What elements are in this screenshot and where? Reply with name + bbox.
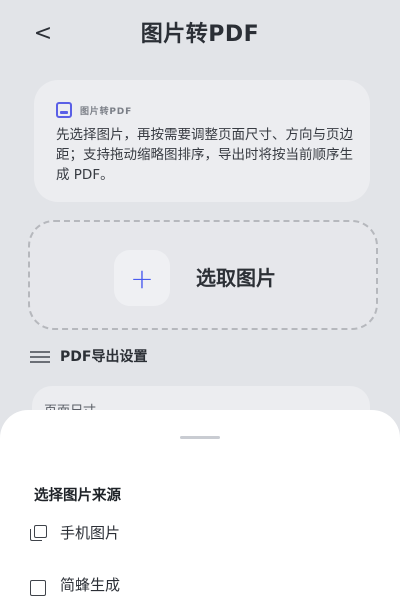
page-title: 图片转PDF <box>140 22 260 47</box>
image-generate-icon <box>30 580 46 596</box>
pdf-settings-title: PDF导出设置 <box>60 349 148 365</box>
photo-library-icon <box>30 524 47 541</box>
image-icon <box>56 102 72 118</box>
info-description: 先选择图片，再按需要调整页面尺寸、方向与页边距；支持拖动缩略图排序，导出时将按当… <box>56 127 353 183</box>
source-option-label: 简蜂生成 <box>60 575 121 594</box>
source-option-generate[interactable]: 简蜂生成 <box>30 572 120 596</box>
tune-icon <box>30 349 50 363</box>
pick-images-label: 选取图片 <box>196 266 276 290</box>
sheet-title: 选择图片来源 <box>34 488 121 504</box>
plus-icon: + <box>130 261 154 295</box>
info-header: 图片转PDF <box>56 102 132 118</box>
sheet-handle[interactable] <box>180 436 220 439</box>
info-title: 图片转PDF <box>80 106 133 117</box>
info-card: 图片转PDF 先选择图片，再按需要调整页面尺寸、方向与页边距；支持拖动缩略图排序… <box>34 80 370 202</box>
pdf-settings-header: PDF导出设置 <box>30 346 147 366</box>
source-option-phone-photos[interactable]: 手机图片 <box>30 522 120 543</box>
app-bar: < 图片转PDF <box>0 0 400 62</box>
pick-images-area[interactable]: + 选取图片 <box>28 220 378 330</box>
source-option-label: 手机图片 <box>60 524 121 542</box>
add-image-button[interactable]: + <box>114 250 170 306</box>
bottom-sheet: 选择图片来源 手机图片 简蜂生成 <box>0 410 400 600</box>
